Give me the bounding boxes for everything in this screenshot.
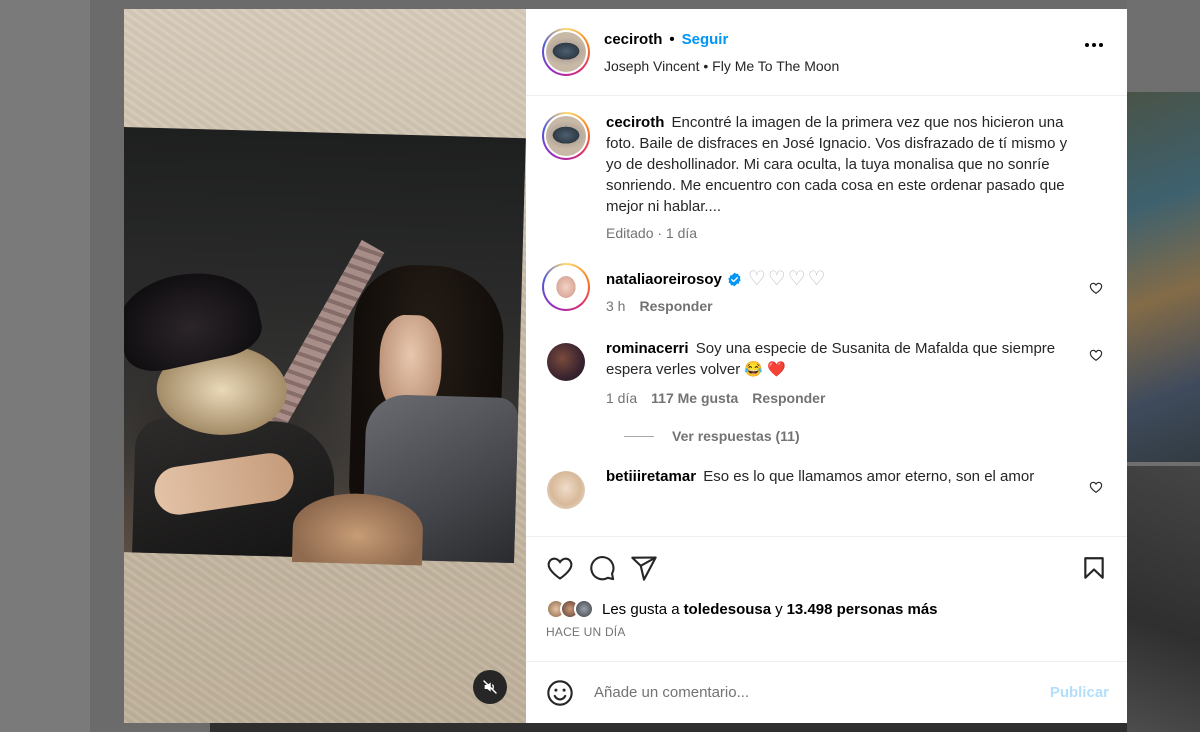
- verified-icon: [728, 272, 741, 287]
- post-media[interactable]: [124, 9, 526, 723]
- liked-by-mid: y: [775, 600, 783, 618]
- background-bottom-row: [210, 723, 1127, 732]
- heart-icon[interactable]: [546, 554, 574, 582]
- reply-button[interactable]: Responder: [639, 298, 712, 314]
- liked-by-prefix: Les gusta a: [602, 600, 680, 618]
- post-modal: ceciroth • Seguir Joseph Vincent • Fly M…: [124, 9, 1127, 723]
- mute-icon: [483, 680, 497, 694]
- liked-by-user[interactable]: toledesousa: [684, 601, 772, 618]
- view-replies-button[interactable]: Ver respuestas (11): [624, 428, 1111, 444]
- comment-text: Eso es lo que llamamos amor eterno, son …: [703, 468, 1035, 485]
- publish-button[interactable]: Publicar: [1050, 684, 1109, 701]
- comment-item: rominacerri Soy una especie de Susanita …: [542, 338, 1111, 406]
- caption-username[interactable]: ceciroth: [606, 114, 664, 131]
- caption-avatar[interactable]: [542, 112, 590, 160]
- comment-username[interactable]: betiiiretamar: [606, 468, 696, 485]
- save-icon[interactable]: [1081, 554, 1107, 582]
- comment-time[interactable]: 3 h: [606, 298, 625, 314]
- reply-button[interactable]: Responder: [752, 390, 825, 406]
- post-actions: Les gusta a toledesousa y 13.498 persona…: [526, 536, 1127, 661]
- share-icon[interactable]: [630, 554, 658, 582]
- comment-likes[interactable]: 117 Me gusta: [651, 390, 738, 406]
- comment-item: nataliaoreirosoy ♡♡♡♡ 3 h Responder: [542, 263, 1111, 314]
- post-header: ceciroth • Seguir Joseph Vincent • Fly M…: [526, 9, 1127, 96]
- background-left-rail: [0, 0, 90, 732]
- author-username[interactable]: ceciroth: [604, 31, 662, 48]
- likes-summary[interactable]: Les gusta a toledesousa y 13.498 persona…: [546, 599, 1107, 619]
- more-icon: [1085, 43, 1089, 47]
- liked-by-count[interactable]: 13.498 personas más: [787, 601, 938, 618]
- separator: •: [669, 30, 675, 48]
- comment-item: betiiiretamar Eso es lo que llamamos amo…: [542, 466, 1111, 514]
- comment-username[interactable]: nataliaoreirosoy: [606, 269, 722, 290]
- author-avatar[interactable]: [542, 28, 590, 76]
- mute-button[interactable]: [473, 670, 507, 704]
- view-replies-label: Ver respuestas (11): [672, 428, 800, 444]
- heart-icon[interactable]: [1089, 281, 1103, 295]
- comment-composer: Publicar: [526, 661, 1127, 723]
- audio-link[interactable]: Joseph Vincent • Fly Me To The Moon: [604, 58, 839, 74]
- caption: ceciroth Encontré la imagen de la primer…: [542, 112, 1111, 241]
- post-date[interactable]: HACE UN DÍA: [546, 625, 1107, 639]
- comment-time[interactable]: 1 día: [606, 390, 637, 406]
- caption-meta: Editado · 1 día: [606, 225, 698, 241]
- more-options-button[interactable]: [1085, 43, 1103, 47]
- caption-text: Encontré la imagen de la primera vez que…: [606, 114, 1068, 215]
- comment-avatar[interactable]: [542, 466, 590, 514]
- follow-button[interactable]: Seguir: [682, 31, 729, 48]
- background-thumbnail: [1127, 466, 1200, 732]
- comments-list[interactable]: ceciroth Encontré la imagen de la primer…: [526, 96, 1127, 536]
- replies-line: [624, 435, 654, 437]
- post-panel: ceciroth • Seguir Joseph Vincent • Fly M…: [526, 9, 1127, 723]
- liker-avatars: [546, 599, 594, 619]
- comment-username[interactable]: rominacerri: [606, 340, 689, 357]
- heart-icon[interactable]: [1089, 348, 1103, 362]
- comment-input[interactable]: [594, 684, 1050, 701]
- background-thumbnail: [1127, 92, 1200, 462]
- heart-icon[interactable]: [1089, 480, 1103, 494]
- comment-avatar[interactable]: [542, 263, 590, 311]
- emoji-icon[interactable]: [546, 679, 574, 707]
- comment-avatar[interactable]: [542, 338, 590, 386]
- comment-text: ♡♡♡♡: [747, 268, 828, 290]
- photo-print: [124, 127, 526, 566]
- comment-icon[interactable]: [588, 554, 616, 582]
